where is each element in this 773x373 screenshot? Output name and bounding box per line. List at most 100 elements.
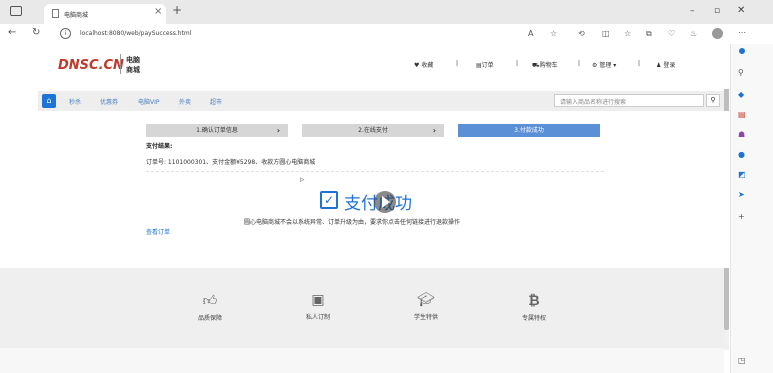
category-nav: ⌂ 秒杀 优惠券 电脑VIP 外卖 超市 请输入商品名称进行搜索 ⚲ [38,91,724,111]
footer-item-privilege[interactable]: ₿ 专属特权 [494,292,574,322]
nav-item-coupon[interactable]: 优惠券 [100,97,118,106]
step-payment-success: 3.付款成功 [458,124,600,137]
view-order-link[interactable]: 查看订单 [146,227,170,236]
favorites-link[interactable]: ♥ 收藏 [414,60,433,69]
footer-item-quality[interactable]: 👍︎ 品质保障 [170,292,250,322]
orders-link[interactable]: ▤订单 [476,60,494,69]
split-screen-icon[interactable]: ☆ [624,29,631,39]
refresh-icon[interactable]: ↻ [32,28,40,38]
footer-label: 专属特权 [521,315,546,322]
sidebar-settings-icon[interactable]: ◳ [738,356,746,366]
check-icon: ✓ [320,191,338,209]
tab-title: 电脑商城 [64,12,89,19]
footer-label: 品质保障 [197,315,222,322]
step-label: 3.付款成功 [514,127,544,134]
order-detail: 订单号: 1101000301、支付金额¥5298、收款方圆心电脑商城 [146,159,316,166]
circle-icon[interactable]: ● [738,150,745,160]
step-online-payment: 2.在线支付 › [302,124,444,137]
read-aloud-icon[interactable]: A [528,29,533,39]
nav-item-supermarket[interactable]: 超市 [210,97,222,106]
minimize-button[interactable]: – [690,6,695,16]
add-icon[interactable]: + [738,212,745,222]
site-footer: 👍︎ 品质保障 ▣ 私人订制 🎓︎ 学生特供 ₿ 专属特权 [0,268,724,348]
browser-tab[interactable]: 电脑商城 × [44,4,166,24]
topnav-separator: | [578,60,581,67]
divider [146,171,604,172]
heart-icon: ♥ [414,62,420,69]
briefcase-icon[interactable]: ▤ [738,110,746,120]
close-window-button[interactable]: ✕ [737,5,745,16]
search-input[interactable]: 请输入商品名称进行搜索 [554,94,704,107]
nav-item-seckill[interactable]: 秒杀 [69,97,81,106]
extensions-icon[interactable]: ⟲ [578,29,585,39]
home-icon[interactable]: ⌂ [42,94,56,108]
orders-label: 订单 [481,62,494,69]
browser-sidebar: ⚲ ◆ ▤ ☗ ● ◩ ➤ + ◳ [730,44,773,373]
bing-icon[interactable] [739,48,745,54]
video-play-button[interactable] [374,191,396,213]
history-icon[interactable]: ⧉ [646,29,652,39]
tab-actions-icon[interactable] [10,6,22,16]
tab-close-icon[interactable]: × [154,6,162,17]
play-icon [382,196,390,208]
people-icon[interactable]: ☗ [738,130,745,140]
manage-label: 管理 [599,62,612,69]
site-header: DNSC.CN 电脑 商城 ♥ 收藏 | ▤订单 | ⛟购物车 | ⚙ 管理 ▾… [0,44,730,89]
new-tab-button[interactable]: + [172,3,182,17]
mouse-cursor-icon: ▹ [300,175,305,185]
search-button[interactable]: ⚲ [706,94,720,107]
id-card-icon: ▣ [311,292,325,308]
back-icon[interactable]: ← [8,28,16,38]
payment-result-panel: 1.确认订单信息 › 2.在线支付 › 3.付款成功 支付结果: 订单号: 11… [0,111,730,268]
chevron-right-icon: › [432,126,436,135]
site-logo[interactable]: DNSC.CN [58,58,124,73]
step-label: 1.确认订单信息 [196,127,238,134]
footer-item-custom[interactable]: ▣ 私人订制 [278,292,358,321]
cart-icon: ⛟ [532,62,540,69]
search-icon: ⚲ [710,96,716,104]
cart-label: 购物车 [539,62,558,69]
favorite-icon[interactable]: ☆ [550,29,557,39]
more-icon[interactable]: ⋯ [738,28,746,38]
step-confirm-order: 1.确认订单信息 › [146,124,288,137]
search-placeholder: 请输入商品名称进行搜索 [560,99,627,106]
collections-icon[interactable]: ◫ [602,29,610,39]
info-icon[interactable]: i [60,28,71,39]
topnav-separator: | [456,60,459,67]
chevron-right-icon: › [276,126,280,135]
tag-icon[interactable]: ◆ [738,90,744,100]
page-icon [52,9,59,18]
maximize-button[interactable]: ▫ [714,6,720,16]
profile-icon[interactable] [712,28,723,39]
search-icon[interactable]: ⚲ [738,68,744,78]
footer-bottom [0,348,724,373]
user-icon: ♟ [656,62,662,69]
login-link[interactable]: ♟ 登录 [656,60,675,69]
footer-item-student[interactable]: 🎓︎ 学生特供 [386,292,466,321]
login-label: 登录 [663,62,676,69]
send-icon[interactable]: ➤ [738,190,745,200]
gear-icon: ⚙ [592,62,598,69]
nav-item-vip[interactable]: 电脑VIP [138,97,160,106]
nav-item-takeout[interactable]: 外卖 [179,97,191,106]
footer-label: 私人订制 [305,314,330,321]
topnav-separator: | [516,60,519,67]
security-notice: 圆心电脑商城不会以系统异常、订单升级为由，要求你点击任何链接进行退款操作 [244,219,461,226]
manage-dropdown[interactable]: ⚙ 管理 ▾ [592,60,616,69]
bitcoin-icon: ₿ [528,293,540,309]
graduation-cap-icon: 🎓︎ [417,292,435,308]
outlook-icon[interactable]: ◩ [738,170,746,180]
result-heading: 支付结果: [146,143,173,150]
performance-icon[interactable]: ♨ [690,29,697,39]
settings-icon[interactable]: ♡ [668,29,675,39]
step-label: 2.在线支付 [358,127,388,134]
thumbs-up-icon: 👍︎ [202,293,218,309]
logo-divider [120,54,121,74]
cart-link[interactable]: ⛟购物车 [532,60,558,70]
topnav-separator: | [638,60,641,67]
footer-label: 学生特供 [413,314,438,321]
logo-sub-bottom: 商城 [126,66,140,74]
url-field[interactable]: localhost:8080/web/paySuccess.html [80,30,191,37]
favorites-label: 收藏 [421,62,434,69]
logo-sub-top: 电脑 [126,56,140,64]
